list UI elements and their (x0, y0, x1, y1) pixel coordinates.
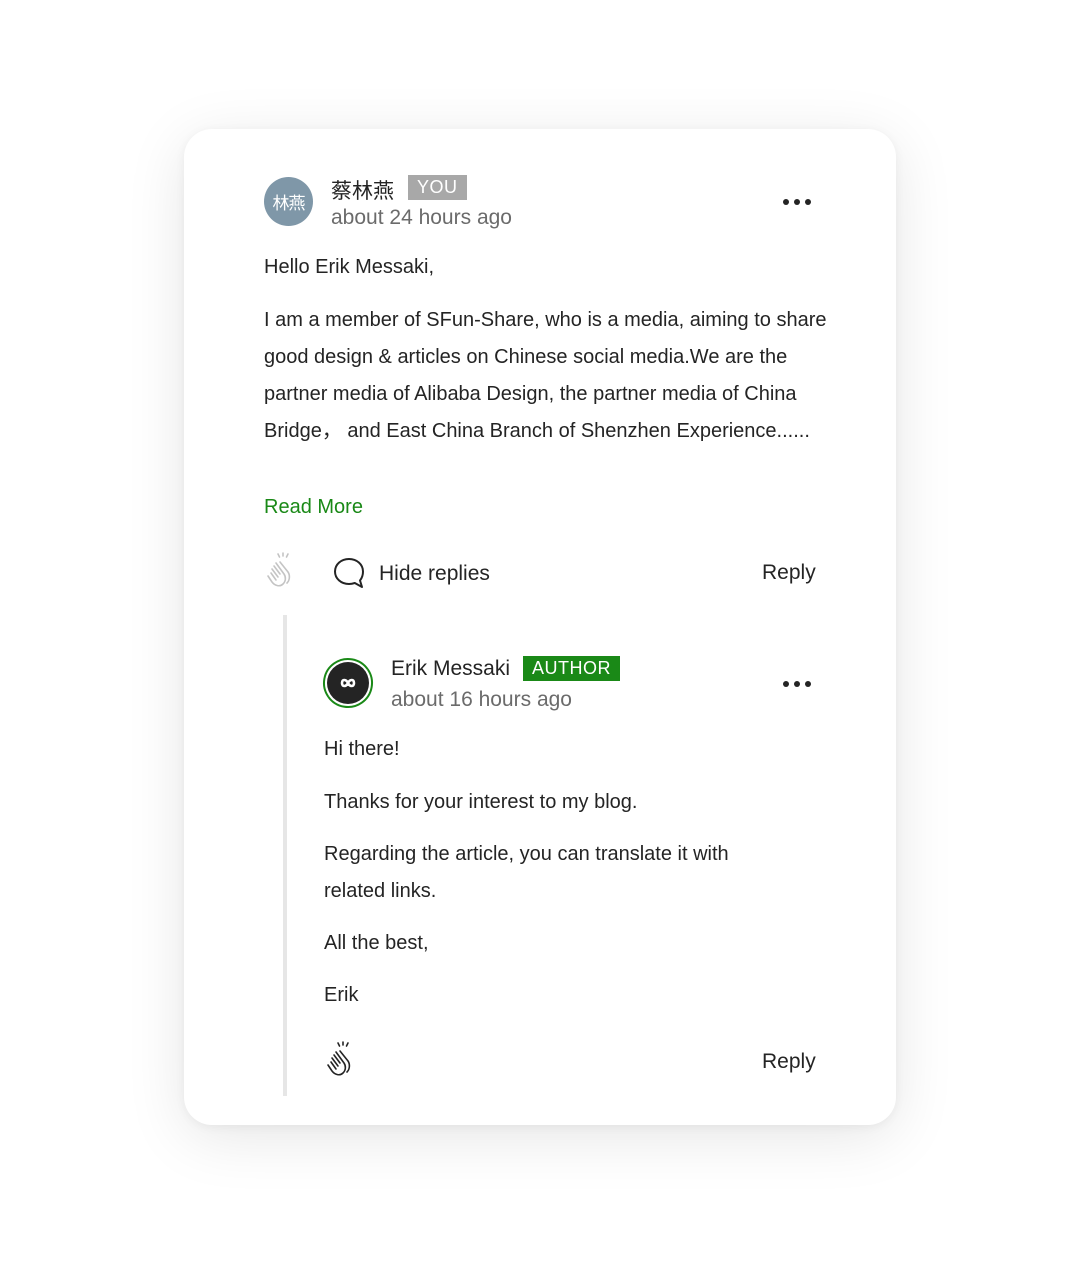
reply-thread-line (283, 615, 287, 1096)
avatar[interactable]: 林燕 (264, 177, 313, 226)
reply-reply-button[interactable]: Reply (762, 1050, 816, 1074)
hide-replies-button[interactable]: Hide replies (379, 562, 490, 586)
reply-author-name[interactable]: Erik Messaki (391, 657, 510, 681)
reply-paragraph: Thanks for your interest to my blog. (324, 791, 638, 813)
reply-clap-icon[interactable] (322, 1039, 362, 1079)
reply-paragraph: Erik (324, 984, 359, 1006)
speech-bubble-icon[interactable] (332, 556, 366, 590)
author-badge: AUTHOR (523, 656, 620, 681)
comment-body: I am a member of SFun-Share, who is a me… (264, 309, 827, 442)
reply-paragraph: Hi there! (324, 738, 400, 760)
reply-button[interactable]: Reply (762, 561, 816, 585)
read-more-link[interactable]: Read More (264, 496, 363, 519)
reply-timestamp: about 16 hours ago (391, 688, 572, 711)
author-avatar[interactable] (318, 653, 378, 713)
you-badge: YOU (408, 175, 467, 200)
more-options-icon[interactable] (783, 192, 811, 212)
reply-paragraph: Regarding the article, you can translate… (324, 843, 729, 902)
reply-more-options-icon[interactable] (783, 674, 811, 694)
comment-card: 林燕 蔡林燕 YOU about 24 hours ago Hello Erik… (184, 129, 896, 1125)
reply-paragraph: All the best, (324, 932, 429, 954)
comment-timestamp: about 24 hours ago (331, 206, 512, 229)
comment-greeting: Hello Erik Messaki, (264, 256, 435, 278)
comment-author-name[interactable]: 蔡林燕 (331, 175, 394, 205)
clap-icon[interactable] (262, 550, 302, 590)
